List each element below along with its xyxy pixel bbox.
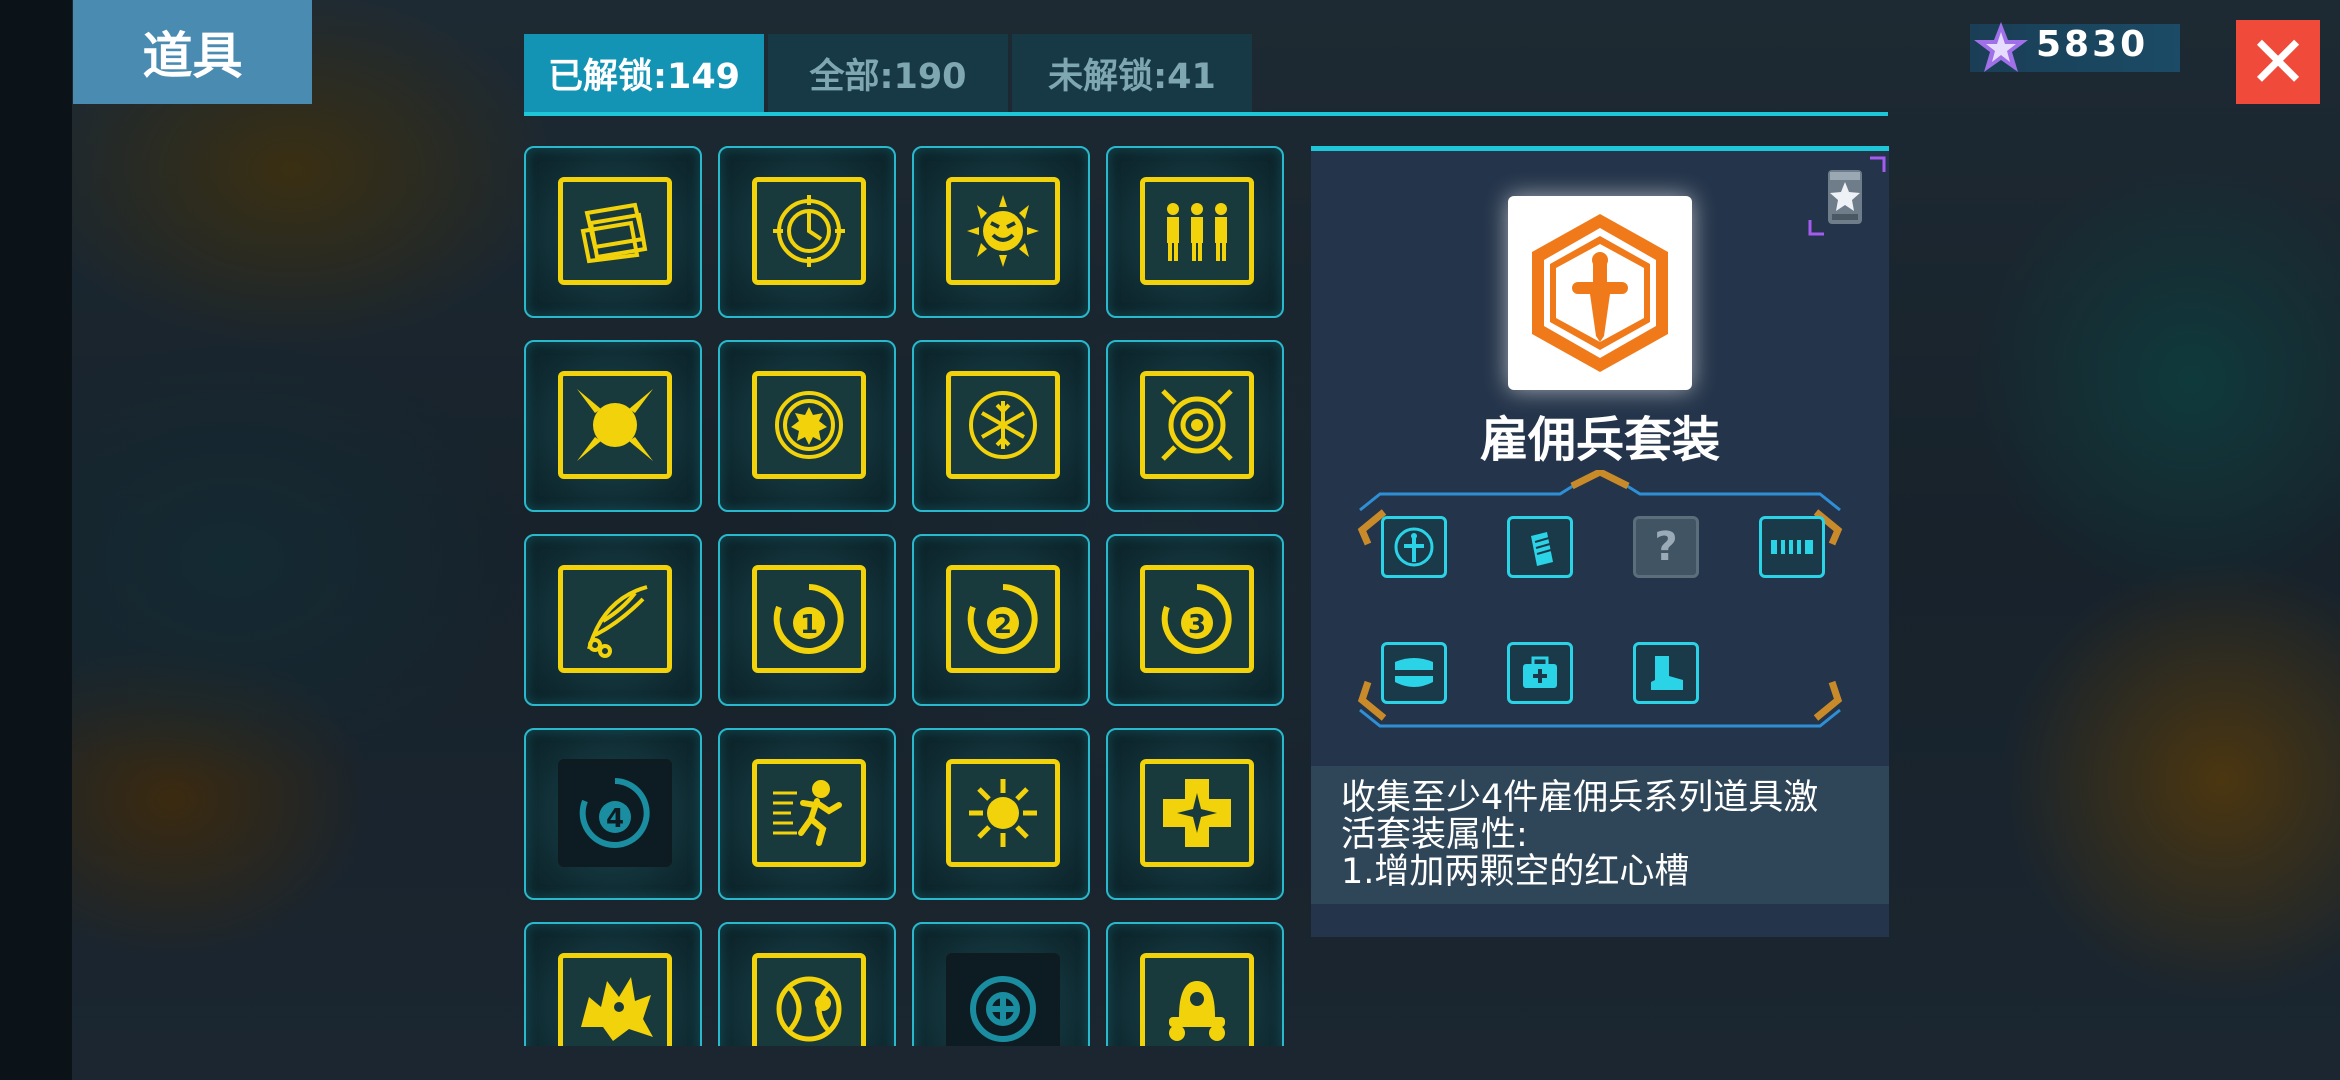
- tab-locked[interactable]: 未解锁:41: [1012, 34, 1252, 112]
- item-cell[interactable]: [912, 340, 1090, 512]
- item-cell[interactable]: [1106, 146, 1284, 318]
- circle-4-icon: 4: [558, 759, 672, 867]
- item-cell[interactable]: [524, 146, 702, 318]
- tab-unlocked[interactable]: 已解锁:149: [524, 34, 764, 112]
- bell-icon: [1140, 953, 1254, 1046]
- badge-frame-corners: [1808, 156, 1886, 236]
- item-cell[interactable]: [912, 146, 1090, 318]
- svg-text:2: 2: [994, 610, 1012, 640]
- medkit-icon: [1523, 656, 1557, 688]
- item-cell[interactable]: [524, 340, 702, 512]
- slot-unknown[interactable]: ?: [1633, 516, 1699, 578]
- item-cell[interactable]: [524, 534, 702, 706]
- cards-icon: [558, 177, 672, 285]
- circle-1-icon: 1: [752, 565, 866, 673]
- set-description: 收集至少4件雇佣兵系列道具激 活套装属性: 1.增加两颗空的红心槽: [1311, 766, 1889, 904]
- three-people-icon: [1140, 177, 1254, 285]
- boot-icon: [1651, 656, 1683, 690]
- ammo-icon: [1531, 532, 1553, 566]
- runner-icon: [752, 759, 866, 867]
- set-name: 雇佣兵套装: [1479, 412, 1720, 468]
- circle-3-icon: 3: [1140, 565, 1254, 673]
- svg-text:4: 4: [606, 804, 624, 834]
- svg-text:1: 1: [800, 610, 818, 640]
- item-cell[interactable]: [524, 922, 702, 1046]
- item-cell[interactable]: [718, 340, 896, 512]
- close-icon: ✕: [2247, 20, 2309, 104]
- slot-medkit[interactable]: [1507, 642, 1573, 704]
- item-cell[interactable]: [718, 728, 896, 900]
- sun-burst-icon: [558, 371, 672, 479]
- item-cell[interactable]: [1106, 922, 1284, 1046]
- sword-hexagon-icon: [1532, 214, 1668, 372]
- slot-sword[interactable]: [1381, 516, 1447, 578]
- sword-icon: [1394, 527, 1434, 567]
- item-cell[interactable]: [1106, 340, 1284, 512]
- item-cell[interactable]: 3: [1106, 534, 1284, 706]
- tab-all[interactable]: 全部:190: [768, 34, 1008, 112]
- bullet-belt-icon: [1771, 536, 1813, 558]
- dark-gear-icon: [946, 953, 1060, 1046]
- svg-text:3: 3: [1188, 610, 1206, 640]
- spiral-eye-icon: [1140, 371, 1254, 479]
- circle-2-icon: 2: [946, 565, 1060, 673]
- slot-boot[interactable]: [1633, 642, 1699, 704]
- beast-icon: [558, 953, 672, 1046]
- star-burst-icon: [946, 759, 1060, 867]
- angry-sun-icon: [946, 177, 1060, 285]
- item-grid[interactable]: 1 2 3 4: [524, 146, 1284, 1046]
- armor-icon: [1395, 658, 1433, 687]
- crystal-star-icon: [1974, 22, 2028, 72]
- cross-icon: [1140, 759, 1254, 867]
- clock-target-icon: [752, 177, 866, 285]
- lantern-icon: [752, 953, 866, 1046]
- description-line: 1.增加两颗空的红心槽: [1341, 852, 1690, 892]
- item-cell[interactable]: [718, 146, 896, 318]
- slot-ammo[interactable]: [1507, 516, 1573, 578]
- item-cell[interactable]: 1: [718, 534, 896, 706]
- set-portrait: [1508, 196, 1692, 390]
- set-slots-frame: [1357, 470, 1843, 728]
- slot-armor[interactable]: [1381, 642, 1447, 704]
- item-cell[interactable]: [912, 922, 1090, 1046]
- gear-shield-icon: [752, 371, 866, 479]
- item-cell[interactable]: [912, 728, 1090, 900]
- item-cell[interactable]: 2: [912, 534, 1090, 706]
- item-cell[interactable]: [1106, 728, 1284, 900]
- item-cell[interactable]: 4: [524, 728, 702, 900]
- close-button[interactable]: ✕: [2236, 20, 2320, 104]
- feather-icon: [558, 565, 672, 673]
- description-line: 活套装属性:: [1341, 815, 1528, 855]
- description-line: 收集至少4件雇佣兵系列道具激: [1341, 778, 1819, 818]
- currency-value: 5830: [2036, 24, 2149, 65]
- snowflake-icon: [946, 371, 1060, 479]
- slot-bullet-belt[interactable]: [1759, 516, 1825, 578]
- question-icon: ?: [1654, 524, 1678, 570]
- page-title: 道具: [73, 0, 312, 104]
- item-cell[interactable]: [718, 922, 896, 1046]
- tab-bar: 已解锁:149 全部:190 未解锁:41: [524, 34, 1888, 116]
